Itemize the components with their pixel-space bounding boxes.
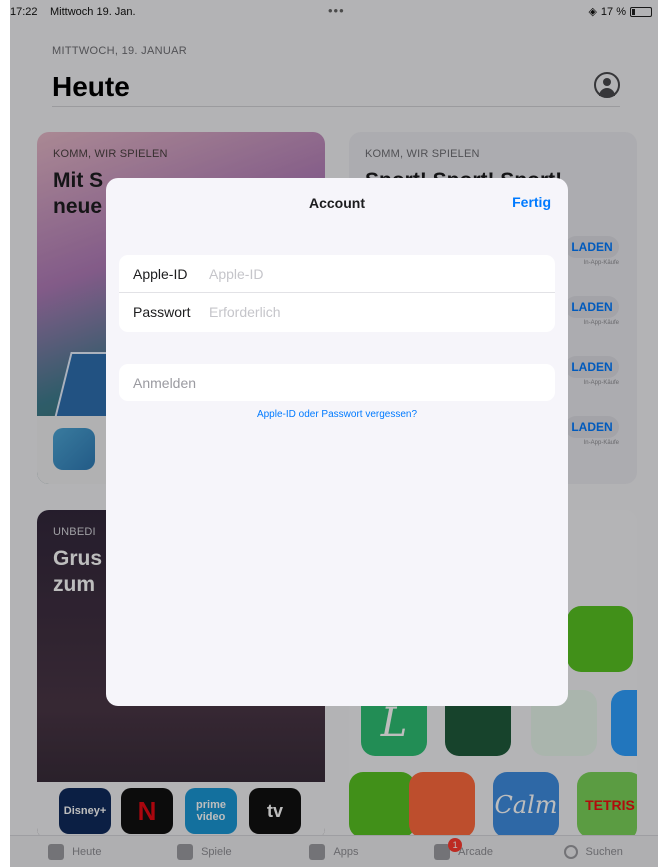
- done-button[interactable]: Fertig: [512, 194, 551, 210]
- sign-in-button[interactable]: Anmelden: [119, 364, 555, 401]
- password-label: Passwort: [133, 304, 191, 320]
- sheet-title: Account: [309, 195, 365, 211]
- credentials-group: Apple-ID Passwort: [119, 255, 555, 332]
- password-input[interactable]: [209, 298, 529, 326]
- account-sheet: Account Fertig Apple-ID Passwort Anmelde…: [106, 178, 568, 706]
- sign-in-label: Anmelden: [133, 375, 197, 391]
- forgot-password-link[interactable]: Apple-ID oder Passwort vergessen?: [106, 409, 568, 420]
- apple-id-input[interactable]: [209, 260, 529, 288]
- apple-id-row: Apple-ID: [119, 255, 555, 293]
- apple-id-label: Apple-ID: [133, 266, 188, 282]
- password-row: Passwort: [119, 293, 555, 331]
